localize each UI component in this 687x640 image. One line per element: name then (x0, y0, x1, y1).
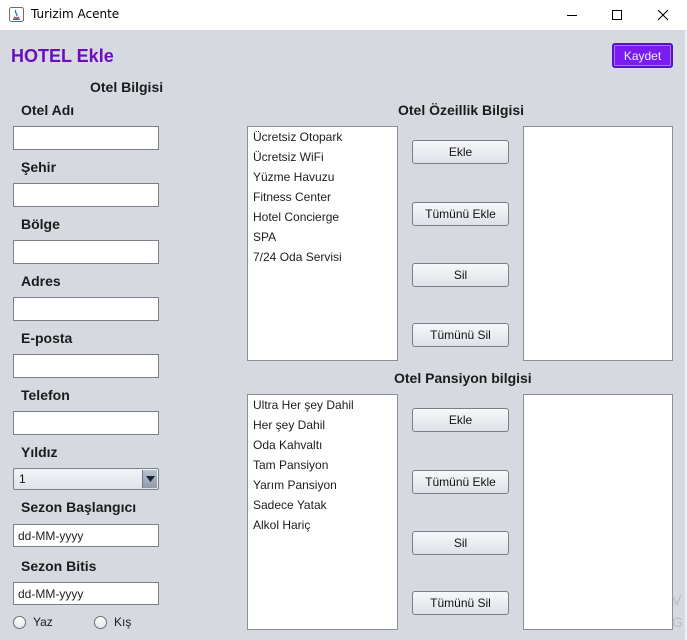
list-item[interactable]: SPA (253, 230, 276, 244)
pension-add-all-button[interactable]: Tümünü Ekle (412, 470, 509, 494)
list-item[interactable]: Ücretsiz Otopark (253, 130, 342, 144)
pension-selected-list[interactable] (523, 394, 673, 630)
background-watermark-fragment: V (672, 592, 682, 608)
java-app-icon (9, 7, 24, 22)
list-item[interactable]: Alkol Hariç (253, 518, 310, 532)
minimize-icon (567, 15, 577, 16)
chevron-down-icon[interactable] (142, 470, 157, 488)
hotel-name-label: Otel Adı (21, 102, 75, 118)
list-item[interactable]: Tam Pansiyon (253, 458, 328, 472)
city-input[interactable] (13, 183, 159, 207)
features-remove-all-button[interactable]: Tümünü Sil (412, 323, 509, 347)
radio-circle-icon (94, 615, 107, 629)
hotel-info-title: Otel Bilgisi (90, 79, 164, 95)
features-selected-list[interactable] (523, 126, 673, 361)
phone-input[interactable] (13, 411, 159, 435)
phone-label: Telefon (21, 387, 70, 403)
features-available-list[interactable]: Ücretsiz Otopark Ücretsiz WiFi Yüzme Hav… (247, 126, 398, 361)
stars-select[interactable]: 1 (13, 468, 159, 490)
email-input[interactable] (13, 354, 159, 378)
list-item[interactable]: 7/24 Oda Servisi (253, 250, 342, 264)
address-label: Adres (21, 273, 61, 289)
page-title: HOTEL Ekle (11, 46, 114, 66)
window-title: Turizim Acente (31, 7, 120, 21)
season-start-label: Sezon Başlangıcı (21, 499, 137, 515)
list-item[interactable]: Her şey Dahil (253, 418, 325, 432)
main-panel: HOTEL Ekle Kaydet Otel Bilgisi Otel Adı … (0, 30, 687, 640)
season-end-label: Sezon Bitis (21, 558, 97, 574)
background-watermark-fragment: G (672, 614, 683, 630)
pension-add-button[interactable]: Ekle (412, 408, 509, 432)
list-item[interactable]: Ultra Her şey Dahil (253, 398, 354, 412)
maximize-icon (612, 10, 622, 20)
city-label: Şehir (21, 159, 57, 175)
list-item[interactable]: Yüzme Havuzu (253, 170, 334, 184)
region-label: Bölge (21, 216, 60, 232)
address-input[interactable] (13, 297, 159, 321)
radio-circle-icon (13, 615, 26, 629)
maximize-button[interactable] (594, 0, 640, 30)
pension-remove-button[interactable]: Sil (412, 531, 509, 555)
features-add-all-button[interactable]: Tümünü Ekle (412, 202, 509, 226)
close-button[interactable] (640, 0, 686, 30)
pension-remove-all-button[interactable]: Tümünü Sil (412, 591, 509, 615)
features-add-button[interactable]: Ekle (412, 140, 509, 164)
list-item[interactable]: Hotel Concierge (253, 210, 339, 224)
title-bar: Turizim Acente (0, 0, 687, 30)
pension-title: Otel Pansiyon bilgisi (394, 370, 532, 386)
season-start-input[interactable] (13, 524, 159, 547)
list-item[interactable]: Fitness Center (253, 190, 331, 204)
region-input[interactable] (13, 240, 159, 264)
list-item[interactable]: Oda Kahvaltı (253, 438, 322, 452)
pension-available-list[interactable]: Ultra Her şey Dahil Her şey Dahil Oda Ka… (247, 394, 398, 630)
season-radio-summer-label: Yaz (33, 615, 53, 629)
season-radio-summer[interactable]: Yaz (13, 615, 53, 629)
season-radio-winter[interactable]: Kış (94, 615, 131, 629)
list-item[interactable]: Sadece Yatak (253, 498, 327, 512)
list-item[interactable]: Yarım Pansiyon (253, 478, 337, 492)
list-item[interactable]: Ücretsiz WiFi (253, 150, 324, 164)
email-label: E-posta (21, 330, 73, 346)
features-title: Otel Özeillik Bilgisi (398, 102, 525, 118)
minimize-button[interactable] (549, 0, 595, 30)
stars-selected-value: 1 (19, 472, 26, 486)
stars-label: Yıldız (21, 444, 58, 460)
close-icon (657, 9, 669, 21)
hotel-name-input[interactable] (13, 126, 159, 150)
season-end-input[interactable] (13, 582, 159, 605)
features-remove-button[interactable]: Sil (412, 263, 509, 287)
save-button[interactable]: Kaydet (612, 43, 673, 68)
season-radio-winter-label: Kış (114, 615, 132, 629)
